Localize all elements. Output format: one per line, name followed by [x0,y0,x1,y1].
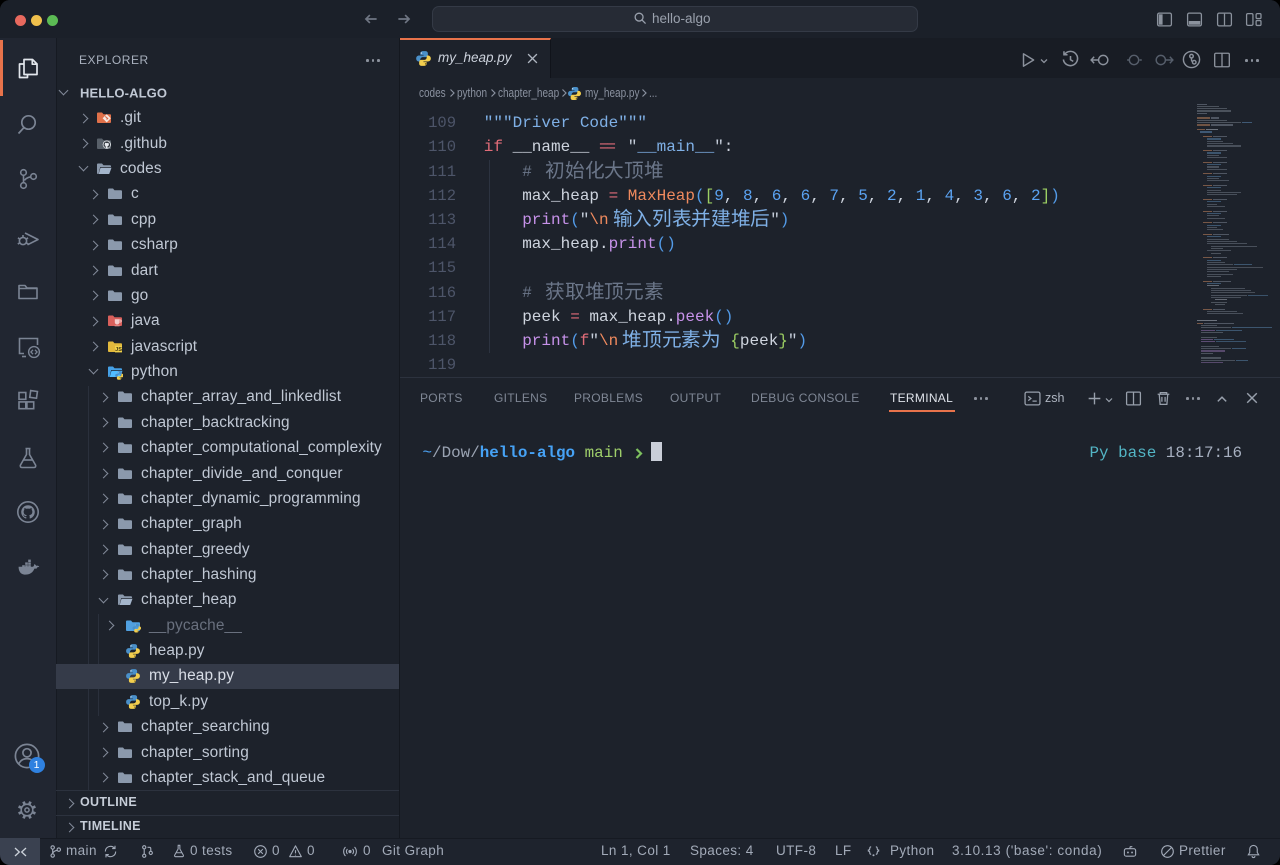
svg-text:JS: JS [115,347,122,353]
